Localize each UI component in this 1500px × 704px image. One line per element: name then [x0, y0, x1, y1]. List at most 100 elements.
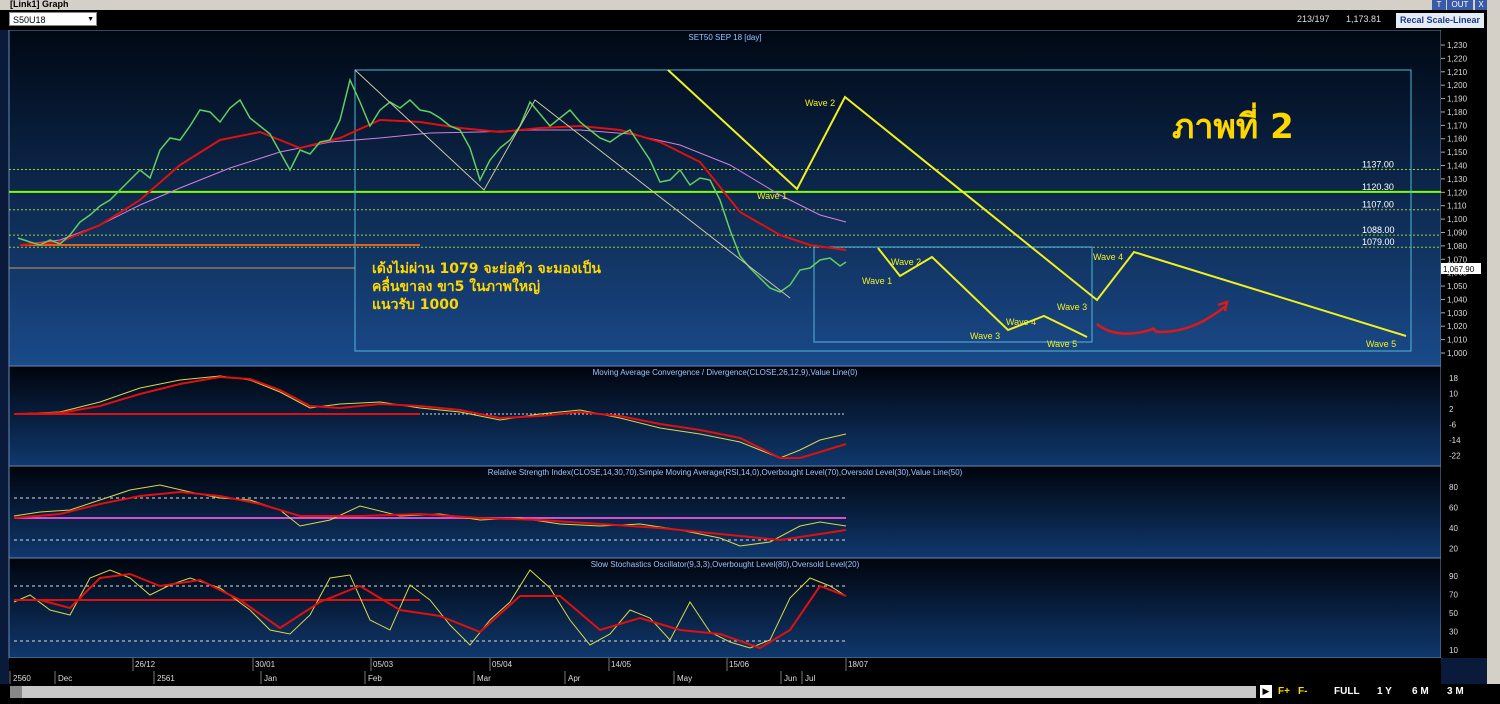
zoom-out-icon[interactable]: F-: [1298, 685, 1307, 699]
wave-label: Wave 4: [1093, 252, 1123, 262]
wave-label: Wave 2: [805, 98, 835, 108]
macd-title: Moving Average Convergence / Divergence(…: [593, 368, 858, 377]
x-month-label: 2560: [13, 674, 31, 683]
close-button[interactable]: X: [1475, 0, 1487, 10]
wave-label: Wave 3: [970, 331, 1000, 341]
y-tick-label: 1,220: [1447, 54, 1468, 63]
y-tick-label: 1,160: [1447, 135, 1468, 144]
zoom-in-icon[interactable]: F+: [1278, 685, 1290, 699]
y-tick-label: 1,080: [1447, 242, 1468, 251]
toolbar: [0, 10, 1500, 30]
x-date-label: 30/01: [255, 660, 276, 669]
timeframe-1y[interactable]: 1 Y: [1377, 685, 1392, 699]
scroll-thumb[interactable]: [10, 686, 22, 698]
y-tick-label: 1,120: [1447, 188, 1468, 197]
y-tick-label: 1,020: [1447, 322, 1468, 331]
x-month-label: Jan: [264, 674, 277, 683]
y-tick-label: 1,130: [1447, 175, 1468, 184]
x-month-label: Jun: [784, 674, 797, 683]
indicator-tick-label: 2: [1449, 405, 1454, 414]
horizontal-scrollbar[interactable]: [10, 686, 1256, 698]
y-tick-label: 1,050: [1447, 282, 1468, 291]
recal-scale-button[interactable]: Recal Scale-Linear: [1396, 13, 1484, 28]
chevron-down-icon[interactable]: ▼: [87, 13, 94, 27]
chart-heading: ภาพที่ 2: [1172, 102, 1294, 147]
wave-label: Wave 1: [862, 276, 892, 286]
indicator-tick-label: -6: [1449, 421, 1457, 430]
indicator-tick-label: 90: [1449, 572, 1458, 581]
indicator-tick-label: 60: [1449, 504, 1458, 513]
y-tick-label: 1,200: [1447, 81, 1468, 90]
out-button[interactable]: OUT: [1447, 0, 1473, 10]
y-tick-label: 1,230: [1447, 41, 1468, 50]
indicator-tick-label: 70: [1449, 591, 1458, 600]
chart-svg[interactable]: SET50 SEP 18 [day] Moving Average Conver…: [0, 29, 1487, 684]
y-tick-label: 1,030: [1447, 309, 1468, 318]
y-tick-label: 1,100: [1447, 215, 1468, 224]
indicator-tick-label: -22: [1449, 452, 1461, 461]
symbol-select[interactable]: S50U18 ▼: [9, 12, 97, 26]
x-date-label: 05/03: [373, 660, 394, 669]
chart-area: SET50 SEP 18 [day] Moving Average Conver…: [0, 29, 1487, 684]
indicator-tick-label: 80: [1449, 483, 1458, 492]
x-date-label: 05/04: [492, 660, 513, 669]
main-panel: [8, 29, 1442, 367]
month-strip: [9, 671, 1441, 684]
window-title: [Link1] Graph: [10, 0, 69, 9]
indicator-tick-label: 10: [1449, 390, 1458, 399]
y-tick-label: 1,070: [1447, 255, 1468, 264]
wave-label: Wave 5: [1047, 339, 1077, 349]
level-label: 1120.30: [1362, 182, 1394, 192]
x-date-label: 14/05: [611, 660, 632, 669]
y-tick-label: 1,150: [1447, 148, 1468, 157]
y-tick-label: 1,010: [1447, 336, 1468, 345]
indicator-tick-label: -14: [1449, 436, 1461, 445]
ratio-readout: 213/197: [1297, 14, 1330, 24]
y-tick-label: 1,140: [1447, 162, 1468, 171]
x-month-label: Dec: [58, 674, 72, 683]
x-month-label: Mar: [477, 674, 491, 683]
indicator-tick-label: 20: [1449, 545, 1458, 554]
wave-label: Wave 1: [757, 191, 787, 201]
level-label: 1107.00: [1362, 200, 1394, 210]
t-button[interactable]: T: [1432, 0, 1446, 10]
timeframe-3m[interactable]: 3 M: [1447, 685, 1464, 699]
x-month-label: Jul: [805, 674, 815, 683]
y-tick-label: 1,170: [1447, 121, 1468, 130]
note-line-3: แนวรับ 1000: [372, 297, 459, 313]
y-tick-label: 1,210: [1447, 68, 1468, 77]
indicator-tick-label: 18: [1449, 374, 1458, 383]
wave-label: Wave 5: [1366, 339, 1396, 349]
stoch-panel: [8, 557, 1442, 659]
timeframe-6m[interactable]: 6 M: [1412, 685, 1429, 699]
indicator-tick-label: 10: [1449, 646, 1458, 655]
wave-label: Wave 3: [1057, 302, 1087, 312]
current-price-label: 1,067.90: [1443, 265, 1475, 274]
indicator-tick-label: 30: [1449, 628, 1458, 637]
right-sidebar: [1487, 10, 1500, 704]
timeframe-full[interactable]: FULL: [1334, 685, 1360, 699]
note-line-2: คลื่นขาลง ขา5 ในภาพใหญ่: [372, 276, 540, 295]
x-month-label: Feb: [368, 674, 382, 683]
x-date-label: 15/06: [729, 660, 750, 669]
main-panel-title: SET50 SEP 18 [day]: [688, 33, 761, 42]
y-tick-label: 1,000: [1447, 349, 1468, 358]
level-label: 1088.00: [1362, 225, 1395, 235]
y-tick-label: 1,110: [1447, 202, 1467, 211]
x-date-label: 26/12: [135, 660, 156, 669]
wave-label: Wave 4: [1006, 317, 1036, 327]
y-tick-label: 1,190: [1447, 95, 1468, 104]
x-month-label: Apr: [568, 674, 581, 683]
price-readout: 1,173.81: [1346, 14, 1382, 24]
y-tick-label: 1,180: [1447, 108, 1468, 117]
stoch-title: Slow Stochastics Oscillator(9,3,3),Overb…: [591, 560, 860, 569]
note-line-1: เด้งไม่ผ่าน 1079 จะย่อตัว จะมองเป็น: [372, 259, 601, 277]
macd-panel: [8, 365, 1442, 467]
y-tick-label: 1,040: [1447, 295, 1468, 304]
wave-label: Wave 2: [891, 257, 921, 267]
scroll-right-icon[interactable]: ▶: [1260, 685, 1272, 698]
x-date-label: 18/07: [848, 660, 869, 669]
rsi-panel: [8, 465, 1442, 559]
y-tick-label: 1,090: [1447, 228, 1468, 237]
window-titlebar: [Link1] Graph T OUT X: [0, 0, 1500, 10]
